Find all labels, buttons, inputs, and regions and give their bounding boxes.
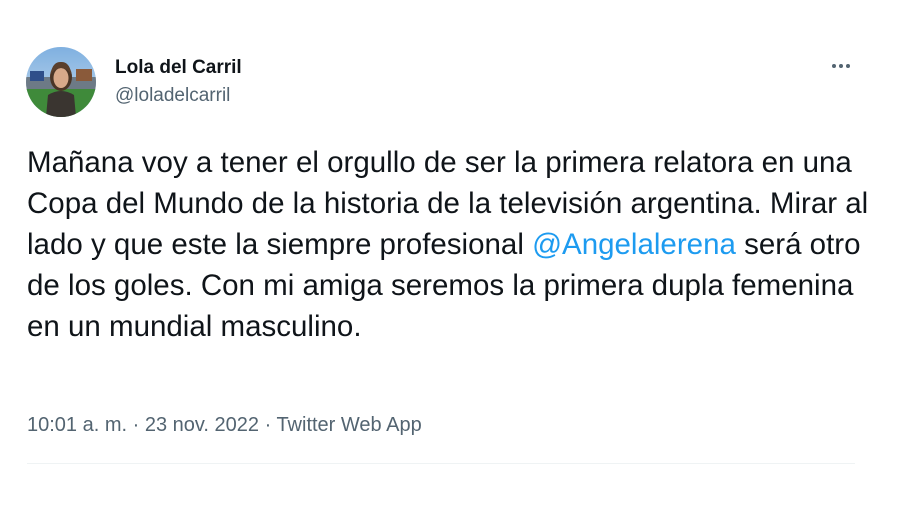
- profile-photo-icon: [26, 47, 96, 117]
- ellipsis-icon-dot: [839, 64, 843, 68]
- divider: [27, 463, 855, 464]
- tweet-text: Mañana voy a tener el orgullo de ser la …: [27, 142, 877, 347]
- ellipsis-icon: [832, 64, 836, 68]
- meta-separator: ·: [127, 414, 145, 436]
- tweet-date[interactable]: 23 nov. 2022: [145, 414, 259, 436]
- meta-separator: ·: [259, 414, 277, 436]
- tweet-time[interactable]: 10:01 a. m.: [27, 414, 127, 436]
- avatar[interactable]: [26, 47, 96, 117]
- author-info: Lola del Carril @loladelcarril: [115, 56, 242, 108]
- author-display-name[interactable]: Lola del Carril: [115, 56, 242, 80]
- tweet-card: Lola del Carril @loladelcarril Mañana vo…: [0, 0, 900, 505]
- tweet-source[interactable]: Twitter Web App: [276, 414, 421, 436]
- ellipsis-icon-dot: [846, 64, 850, 68]
- author-handle[interactable]: @loladelcarril: [115, 84, 242, 108]
- mention-link[interactable]: @Angelalerena: [532, 228, 736, 261]
- more-options-button[interactable]: [826, 56, 856, 76]
- tweet-metadata: 10:01 a. m. · 23 nov. 2022 · Twitter Web…: [27, 412, 422, 438]
